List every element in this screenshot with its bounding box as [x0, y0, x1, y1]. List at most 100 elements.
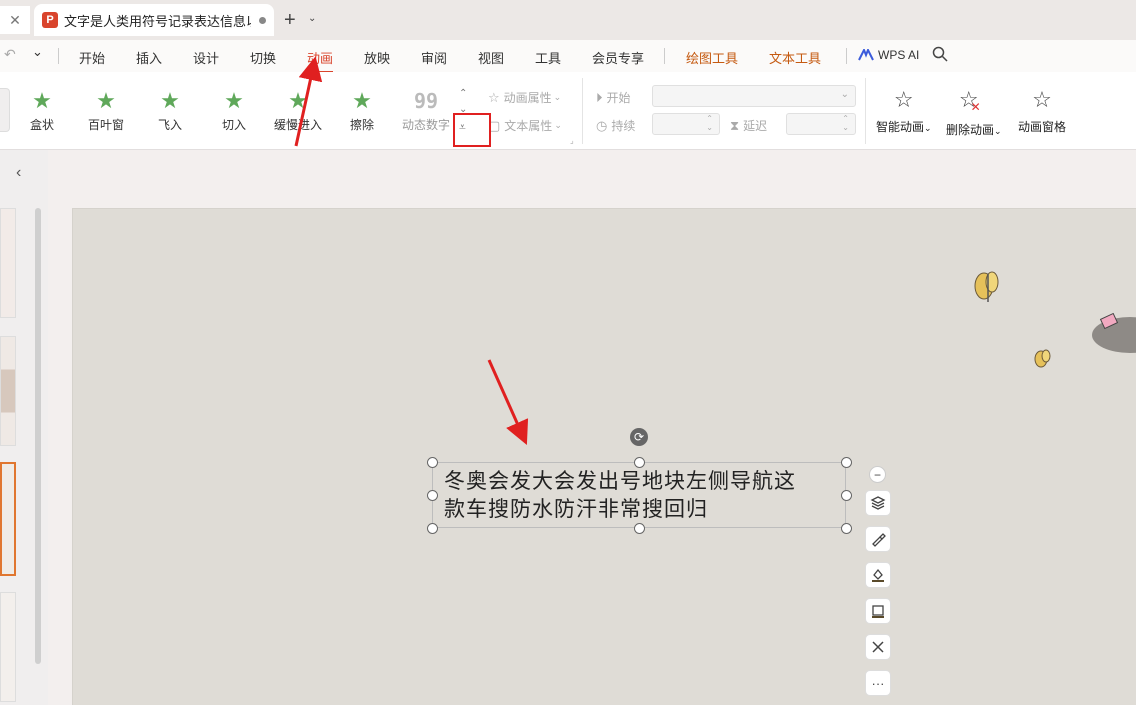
tab-transition[interactable]: 切换 [250, 48, 276, 67]
tab-review[interactable]: 审阅 [421, 48, 447, 67]
anim-slow-enter[interactable]: ★ 缓慢进入 [268, 90, 328, 133]
undo-icon[interactable]: ↶ [4, 46, 16, 63]
anim-box[interactable]: ★ 盒状 [12, 90, 72, 133]
chevron-down-icon: ⌄ [840, 89, 849, 100]
start-label: 开始 [606, 91, 631, 105]
smart-animation-label: 智能动画 [876, 120, 925, 134]
star-icon: ★ [288, 88, 308, 113]
anim-label: 飞入 [157, 118, 182, 132]
tab-drawing-tools[interactable]: 绘图工具 [686, 48, 738, 67]
close-icon[interactable]: ✕ [0, 6, 30, 34]
start-label-group: ⏵ 开始 [596, 89, 631, 106]
wps-ai-button[interactable]: WPS AI [858, 48, 919, 62]
slide-thumbnail[interactable] [0, 208, 16, 318]
text-box-content[interactable]: 冬奥会发大会发出号地块左侧导航这 款车搜防水防汗非常搜回归 [444, 467, 834, 523]
anim-dynamic-number[interactable]: 99 动态数字 [396, 90, 456, 133]
chevron-down-icon: ⌄ [994, 126, 1002, 136]
chevron-down-icon[interactable]: ⌄ [308, 13, 316, 24]
resize-handle[interactable] [841, 457, 852, 468]
search-icon[interactable] [932, 46, 948, 65]
chevron-down-icon: ⌄ [924, 123, 932, 133]
anim-blinds[interactable]: ★ 百叶窗 [76, 90, 136, 133]
more-options-button[interactable]: ··· [865, 670, 891, 696]
chevron-up-icon[interactable]: ⌃ [459, 88, 467, 99]
star-outline-icon: ☆ [893, 87, 914, 112]
dialog-launcher-icon[interactable]: ⌟ [570, 136, 574, 145]
duration-label-group: ◷ 持续 [596, 117, 635, 134]
highlight-box-annotation [453, 113, 491, 147]
slide-thumbnail[interactable] [0, 592, 16, 702]
chevron-up-icon[interactable]: ⌃ [842, 114, 849, 123]
collapse-toolbar-button[interactable]: − [869, 466, 886, 483]
tab-text-tools[interactable]: 文本工具 [769, 48, 821, 67]
resize-handle[interactable] [427, 523, 438, 534]
delete-animation-button[interactable]: ☆✕ 删除动画⌄ [946, 88, 1002, 138]
tab-slideshow[interactable]: 放映 [364, 48, 390, 67]
document-tab[interactable]: P 文字是人类用符号记录表达信息以 [34, 4, 274, 36]
star-icon: ★ [160, 88, 180, 113]
delete-animation-label: 删除动画 [946, 123, 995, 137]
rotate-handle-icon[interactable]: ⟳ [630, 428, 648, 446]
resize-handle[interactable] [841, 490, 852, 501]
delay-label: 延迟 [743, 119, 768, 133]
menu-bar: ↶ ⌄ 开始 插入 设计 切换 动画 放映 审阅 视图 工具 会员专享 绘图工具… [0, 40, 1136, 73]
animation-pane-label: 动画窗格 [1018, 120, 1067, 134]
animation-pane-button[interactable]: ☆ 动画窗格 [1018, 88, 1066, 135]
resize-handle[interactable] [427, 490, 438, 501]
chevron-left-icon[interactable]: ‹ [16, 164, 21, 182]
anim-fly-in[interactable]: ★ 飞入 [140, 90, 200, 133]
fill-bucket-icon[interactable] [865, 562, 891, 588]
resize-handle[interactable] [634, 523, 645, 534]
tab-home[interactable]: 开始 [79, 48, 105, 67]
unsaved-dot-icon[interactable] [259, 16, 266, 24]
elephant-illustration-icon [1092, 312, 1136, 353]
tab-tools[interactable]: 工具 [535, 48, 561, 67]
thumbnail-scrollbar[interactable] [35, 208, 41, 664]
resize-handle[interactable] [427, 457, 438, 468]
number-icon: 99 [413, 89, 439, 113]
resize-handle[interactable] [841, 523, 852, 534]
smart-animation-button[interactable]: ☆ 智能动画⌄ [876, 88, 932, 135]
border-style-icon[interactable] [865, 598, 891, 624]
magic-tools-icon[interactable] [865, 634, 891, 660]
star-icon: ★ [96, 88, 116, 113]
animation-properties-button[interactable]: ☆ 动画属性 ⌄ [488, 89, 561, 106]
clock-icon: ◷ [596, 117, 608, 133]
new-tab-button[interactable]: + [284, 9, 296, 32]
menu-divider [846, 48, 847, 64]
anim-label: 盒状 [29, 118, 54, 132]
butterfly-icon [1034, 349, 1051, 368]
anim-label: 擦除 [349, 118, 374, 132]
animation-pane-icon: ☆ [1032, 87, 1052, 112]
chevron-down-icon[interactable]: ⌄ [706, 123, 713, 132]
anim-cut-in[interactable]: ★ 切入 [204, 90, 264, 133]
hourglass-icon: ⧗ [730, 117, 740, 133]
slide-thumbnail-selected[interactable] [0, 462, 16, 576]
butterfly-icon [974, 271, 999, 302]
resize-handle[interactable] [634, 457, 645, 468]
text-properties-button[interactable]: ▢ 文本属性 ⌄ [488, 117, 562, 134]
chevron-up-icon[interactable]: ⌃ [706, 114, 713, 123]
duration-stepper[interactable]: ⌃ ⌄ [652, 113, 720, 135]
anim-label: 切入 [221, 118, 246, 132]
brush-icon[interactable] [865, 526, 891, 552]
start-select[interactable]: ⌄ [652, 85, 856, 107]
star-icon: ★ [352, 88, 372, 113]
wps-ai-icon [858, 49, 874, 61]
anim-wipe[interactable]: ★ 擦除 [332, 90, 392, 133]
slide-thumbnail[interactable] [0, 336, 16, 446]
presentation-icon: P [42, 12, 58, 28]
chevron-down-icon[interactable]: ⌄ [32, 44, 43, 60]
gallery-selected-item[interactable] [0, 88, 10, 132]
tab-view[interactable]: 视图 [478, 48, 504, 67]
layers-icon[interactable] [865, 490, 891, 516]
delay-stepper[interactable]: ⌃ ⌄ [786, 113, 856, 135]
tab-bar: ✕ P 文字是人类用符号记录表达信息以 + ⌄ [0, 0, 1136, 40]
star-icon: ★ [224, 88, 244, 113]
tab-design[interactable]: 设计 [193, 48, 219, 67]
chevron-down-icon[interactable]: ⌄ [842, 123, 849, 132]
tab-member[interactable]: 会员专享 [592, 48, 644, 67]
tab-animation[interactable]: 动画 [307, 48, 334, 73]
menu-divider [664, 48, 665, 64]
tab-insert[interactable]: 插入 [136, 48, 162, 67]
